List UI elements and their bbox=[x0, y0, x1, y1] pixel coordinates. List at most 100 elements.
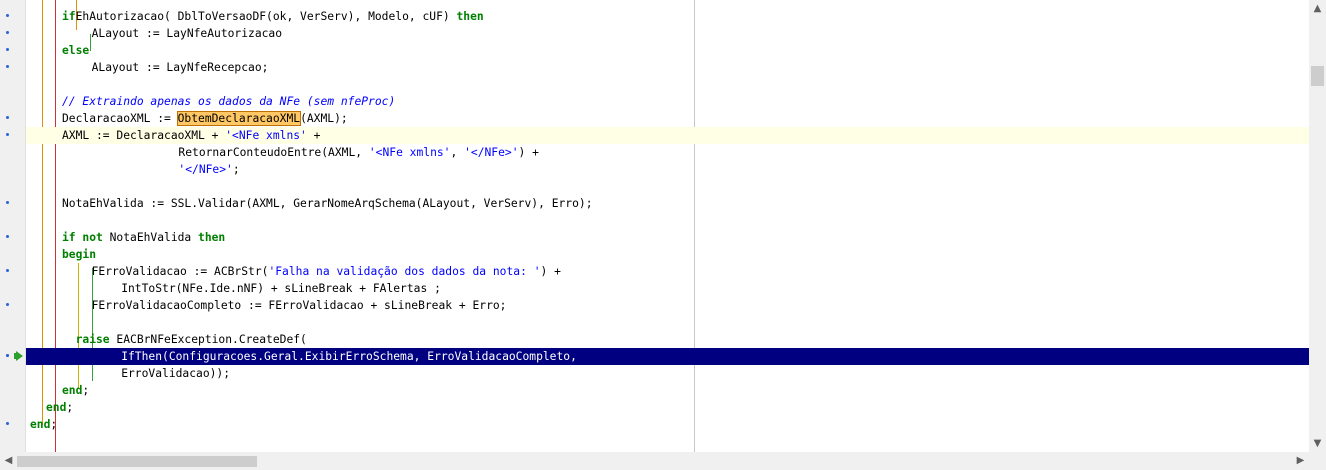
code-token: ; bbox=[82, 384, 90, 397]
line-marker-dot-icon[interactable] bbox=[6, 269, 9, 272]
code-line[interactable]: IntToStr(NFe.Ide.nNF) + sLineBreak + FAl… bbox=[26, 280, 1309, 297]
code-line[interactable] bbox=[26, 178, 1309, 195]
code-comment: // Extraindo apenas os dados da NFe (sem… bbox=[62, 95, 396, 108]
code-line[interactable] bbox=[26, 314, 1309, 331]
code-line[interactable]: '</NFe>'; bbox=[26, 161, 1309, 178]
code-keyword: then bbox=[198, 231, 226, 244]
code-line[interactable]: DeclaracaoXML := ObtemDeclaracaoXML(AXML… bbox=[26, 110, 1309, 127]
code-text: RetornarConteudoEntre(AXML, '<NFe xmlns'… bbox=[124, 144, 539, 161]
code-token: RetornarConteudoEntre(AXML, bbox=[124, 146, 369, 159]
code-token: FErroValidacaoCompleto := FErroValidacao… bbox=[78, 299, 507, 312]
code-text: // Extraindo apenas os dados da NFe (sem… bbox=[62, 93, 395, 110]
code-line[interactable]: raise EACBrNFeException.CreateDef( bbox=[26, 331, 1309, 348]
scrollbar-corner bbox=[1309, 452, 1326, 470]
code-keyword: end bbox=[30, 418, 51, 431]
code-string: '</NFe>' bbox=[464, 146, 519, 159]
code-line[interactable]: else bbox=[26, 42, 1309, 59]
code-line[interactable]: ErroValidacao)); bbox=[26, 365, 1309, 382]
code-token: ) + bbox=[518, 146, 539, 159]
code-keyword: if not bbox=[62, 231, 103, 244]
code-token: EACBrNFeException.CreateDef( bbox=[109, 333, 307, 346]
execution-point-icon bbox=[14, 351, 23, 361]
editor-gutter[interactable] bbox=[0, 0, 26, 452]
code-line[interactable]: IfThen(Configuracoes.Geral.ExibirErroSch… bbox=[26, 348, 1309, 365]
code-line[interactable]: begin bbox=[26, 246, 1309, 263]
line-marker-dot-icon[interactable] bbox=[6, 31, 9, 34]
code-text: ifEhAutorizacao( DblToVersaoDF(ok, VerSe… bbox=[62, 8, 484, 25]
code-text: IntToStr(NFe.Ide.nNF) + sLineBreak + FAl… bbox=[94, 280, 441, 297]
code-line[interactable]: ALayout := LayNfeAutorizacao bbox=[26, 25, 1309, 42]
code-token: + bbox=[306, 129, 321, 142]
code-string: '</NFe>' bbox=[178, 163, 233, 176]
code-line[interactable]: ifEhAutorizacao( DblToVersaoDF(ok, VerSe… bbox=[26, 8, 1309, 25]
code-line[interactable]: end; bbox=[26, 382, 1309, 399]
code-text: FErroValidacao := ACBrStr('Falha na vali… bbox=[78, 263, 561, 280]
scroll-right-icon[interactable]: ▶ bbox=[1292, 452, 1309, 469]
code-text: end; bbox=[62, 382, 89, 399]
line-marker-dot-icon[interactable] bbox=[6, 235, 9, 238]
line-marker-dot-icon[interactable] bbox=[6, 133, 9, 136]
line-marker-dot-icon[interactable] bbox=[6, 65, 9, 68]
code-line[interactable]: FErroValidacaoCompleto := FErroValidacao… bbox=[26, 297, 1309, 314]
code-token: IntToStr(NFe.Ide.nNF) + sLineBreak + FAl… bbox=[94, 282, 441, 295]
code-token: ; bbox=[50, 418, 58, 431]
code-line[interactable] bbox=[26, 76, 1309, 93]
line-marker-dot-icon[interactable] bbox=[6, 14, 9, 17]
code-line[interactable]: RetornarConteudoEntre(AXML, '<NFe xmlns'… bbox=[26, 144, 1309, 161]
line-marker-dot-icon[interactable] bbox=[6, 116, 9, 119]
horizontal-scroll-thumb[interactable] bbox=[17, 456, 257, 467]
code-keyword: end bbox=[46, 401, 67, 414]
code-keyword: raise bbox=[62, 333, 110, 346]
code-line[interactable]: FErroValidacao := ACBrStr('Falha na vali… bbox=[26, 263, 1309, 280]
code-text: ALayout := LayNfeRecepcao; bbox=[78, 59, 269, 76]
code-text: FErroValidacaoCompleto := FErroValidacao… bbox=[78, 297, 507, 314]
code-text: ErroValidacao)); bbox=[94, 365, 230, 382]
code-line[interactable]: end; bbox=[26, 416, 1309, 433]
code-line[interactable]: if not NotaEhValida then bbox=[26, 229, 1309, 246]
code-token: (AXML); bbox=[300, 112, 348, 125]
horizontal-scrollbar[interactable]: ◀ ▶ bbox=[0, 452, 1309, 470]
scroll-down-icon[interactable]: ▼ bbox=[1309, 435, 1326, 452]
code-line[interactable]: AXML := DeclaracaoXML + '<NFe xmlns' + bbox=[26, 127, 1309, 144]
line-marker-dot-icon[interactable] bbox=[6, 422, 9, 425]
code-editor[interactable]: ifEhAutorizacao( DblToVersaoDF(ok, VerSe… bbox=[26, 0, 1309, 452]
code-string: '<NFe xmlns' bbox=[225, 129, 307, 142]
code-text: AXML := DeclaracaoXML + '<NFe xmlns' + bbox=[62, 127, 320, 144]
code-token: ALayout := LayNfeAutorizacao bbox=[78, 27, 283, 40]
code-text: else bbox=[62, 42, 89, 59]
code-keyword: if bbox=[62, 10, 76, 23]
scroll-left-icon[interactable]: ◀ bbox=[0, 452, 17, 469]
vertical-scroll-thumb[interactable] bbox=[1311, 66, 1324, 86]
code-token: NotaEhValida bbox=[102, 231, 199, 244]
code-token: DeclaracaoXML := bbox=[62, 112, 178, 125]
code-text: ALayout := LayNfeAutorizacao bbox=[78, 25, 282, 42]
code-string: '<NFe xmlns' bbox=[368, 146, 451, 159]
code-line[interactable]: // Extraindo apenas os dados da NFe (sem… bbox=[26, 93, 1309, 110]
code-text: raise EACBrNFeException.CreateDef( bbox=[62, 331, 307, 348]
line-marker-dot-icon[interactable] bbox=[6, 48, 9, 51]
scroll-up-icon[interactable]: ▲ bbox=[1309, 0, 1326, 17]
code-string: 'Falha na validação dos dados da nota: ' bbox=[268, 265, 541, 278]
code-line[interactable] bbox=[26, 212, 1309, 229]
code-token: ; bbox=[66, 401, 74, 414]
code-text: end; bbox=[30, 416, 57, 433]
code-line[interactable]: end; bbox=[26, 399, 1309, 416]
code-text: end; bbox=[46, 399, 73, 416]
line-marker-dot-icon[interactable] bbox=[6, 354, 9, 357]
code-token: IfThen(Configuracoes.Geral.ExibirErroSch… bbox=[94, 350, 577, 363]
code-token: NotaEhValida := SSL.Validar(AXML, GerarN… bbox=[62, 197, 593, 210]
line-marker-dot-icon[interactable] bbox=[6, 201, 9, 204]
code-keyword: else bbox=[62, 44, 90, 57]
code-token: FErroValidacao := ACBrStr( bbox=[78, 265, 269, 278]
code-line[interactable]: NotaEhValida := SSL.Validar(AXML, GerarN… bbox=[26, 195, 1309, 212]
code-token: ) + bbox=[540, 265, 561, 278]
code-line[interactable]: ALayout := LayNfeRecepcao; bbox=[26, 59, 1309, 76]
code-token: ErroValidacao)); bbox=[94, 367, 231, 380]
line-marker-dot-icon[interactable] bbox=[6, 303, 9, 306]
code-text: DeclaracaoXML := ObtemDeclaracaoXML(AXML… bbox=[62, 110, 348, 127]
vertical-scrollbar[interactable]: ▲ ▼ bbox=[1309, 0, 1326, 452]
code-keyword: end bbox=[62, 384, 83, 397]
code-keyword: begin bbox=[62, 248, 97, 261]
code-text: '</NFe>'; bbox=[124, 161, 239, 178]
code-text: NotaEhValida := SSL.Validar(AXML, GerarN… bbox=[62, 195, 593, 212]
